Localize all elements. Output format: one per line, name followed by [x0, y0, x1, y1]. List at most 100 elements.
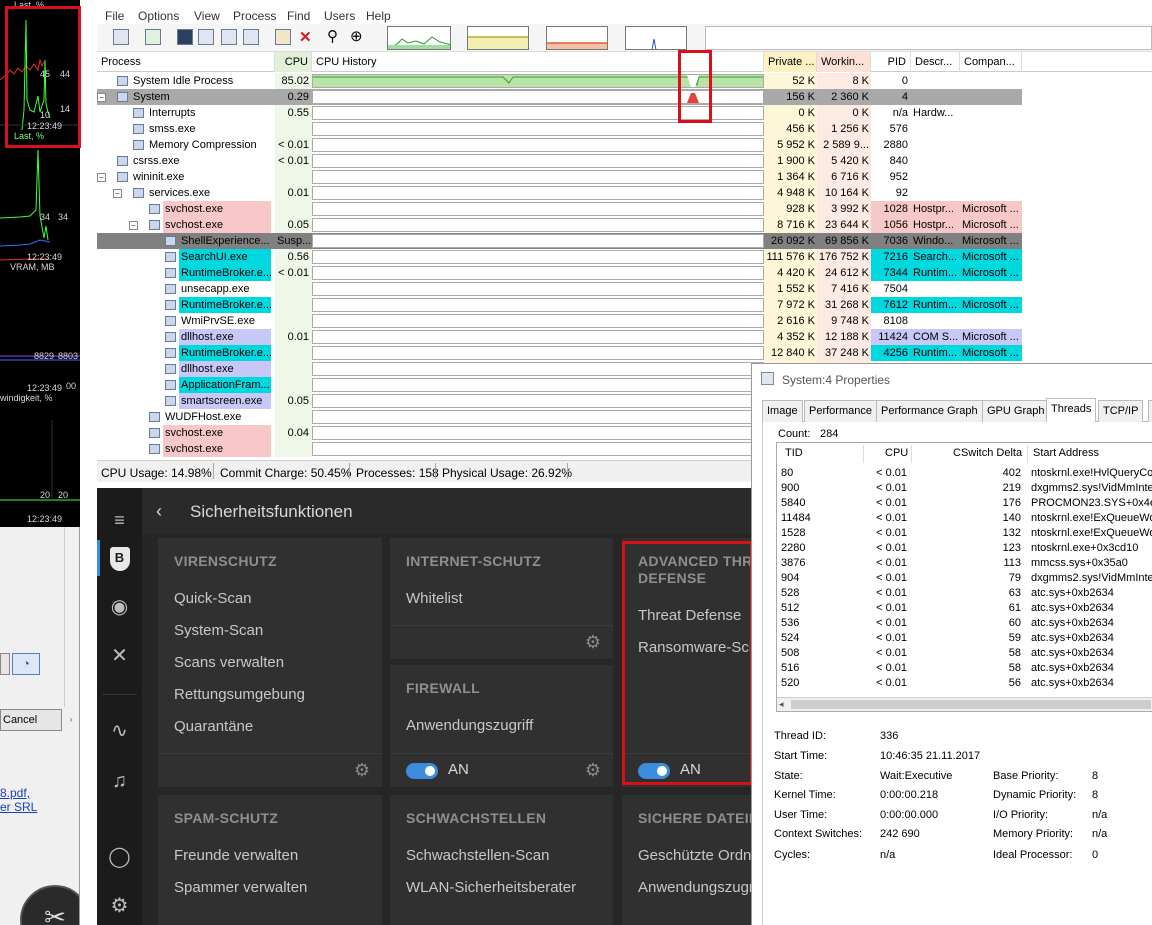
vulnerability-scan-link[interactable]: Schwachstellen-Scan: [406, 847, 549, 864]
column-header-cpu-history[interactable]: CPU History: [312, 52, 764, 72]
column-header-cpu[interactable]: CPU: [275, 52, 312, 72]
menu-process[interactable]: Process: [233, 9, 276, 23]
gpu-mini-graph[interactable]: [625, 26, 687, 50]
scroll-left-arrow[interactable]: ◂: [779, 699, 784, 710]
application-access-link[interactable]: Anwendungszugriff: [406, 717, 533, 734]
process-row[interactable]: − svchost.exe 0.05 8 716 K 23 644 K 1056 Hostp…: [97, 217, 1022, 233]
column-header-working-set[interactable]: Workin...: [817, 52, 871, 72]
tree-expander-icon[interactable]: −: [129, 221, 138, 230]
thread-row[interactable]: 1528 < 0.01 132 ntoskrnl.exe!ExQueueWo: [777, 527, 1152, 542]
ransomware-link[interactable]: Ransomware-Sch: [638, 639, 751, 656]
bell-icon[interactable]: ♫: [106, 768, 133, 795]
tools-icon[interactable]: ✕: [106, 643, 133, 670]
threat-defense-link[interactable]: Threat Defense: [638, 607, 741, 624]
thread-row[interactable]: 516 < 0.01 58 atc.sys+0xb2634: [777, 662, 1152, 677]
thread-row[interactable]: 80 < 0.01 402 ntoskrnl.exe!HvlQueryCon: [777, 467, 1152, 482]
thread-row[interactable]: 900 < 0.01 219 dxgmms2.sys!VidMmInterf: [777, 482, 1152, 497]
back-arrow-icon[interactable]: ‹: [156, 501, 162, 522]
menu-find[interactable]: Find: [287, 9, 310, 23]
process-row[interactable]: RuntimeBroker.e... 7 972 K 31 268 K 7612 Run…: [97, 297, 1022, 313]
gear-icon[interactable]: ⚙: [354, 760, 370, 781]
target-icon[interactable]: ⊕: [350, 27, 363, 45]
eye-icon[interactable]: ◉: [106, 594, 133, 621]
column-header-process[interactable]: Process: [97, 52, 275, 72]
manage-spammers-link[interactable]: Spammer verwalten: [174, 879, 307, 896]
settings-gear-icon[interactable]: ⚙: [106, 893, 133, 920]
thread-row[interactable]: 3876 < 0.01 113 mmcss.sys+0x35a0: [777, 557, 1152, 572]
process-row[interactable]: RuntimeBroker.e... 12 840 K 37 248 K 4256 Ru…: [97, 345, 1022, 361]
menu-file[interactable]: File: [105, 9, 124, 23]
thread-row[interactable]: 508 < 0.01 58 atc.sys+0xb2634: [777, 647, 1152, 662]
process-row[interactable]: WmiPrvSE.exe 2 616 K 9 748 K 8108: [97, 313, 1022, 329]
find-handle-icon[interactable]: ⚲: [327, 27, 338, 45]
activity-icon[interactable]: ∿: [106, 718, 133, 745]
whitelist-link[interactable]: Whitelist: [406, 590, 463, 607]
tab-security[interactable]: S: [1148, 400, 1152, 422]
commit-mini-graph[interactable]: [467, 26, 529, 50]
thread-row[interactable]: 524 < 0.01 59 atc.sys+0xb2634: [777, 632, 1152, 647]
tree-expander-icon[interactable]: −: [113, 189, 122, 198]
thread-row[interactable]: 5840 < 0.01 176 PROCMON23.SYS+0x4e: [777, 497, 1152, 512]
kill-process-icon[interactable]: ✕: [299, 28, 312, 46]
process-row[interactable]: − System 0.29 156 K 2 360 K 4: [97, 89, 1022, 105]
rescue-environment-link[interactable]: Rettungsumgebung: [174, 686, 305, 703]
document-link[interactable]: 8.pdf,: [0, 786, 30, 800]
process-row[interactable]: csrss.exe < 0.01 1 900 K 5 420 K 840: [97, 153, 1022, 169]
horizontal-scrollbar[interactable]: ◂: [777, 697, 1152, 711]
menu-options[interactable]: Options: [138, 9, 179, 23]
process-row[interactable]: smss.exe 456 K 1 256 K 576: [97, 121, 1022, 137]
column-header-pid[interactable]: PID: [871, 52, 911, 72]
process-row[interactable]: SearchUI.exe 0.56 111 576 K 176 752 K 7216 Se…: [97, 249, 1022, 265]
process-row[interactable]: − wininit.exe 1 364 K 6 716 K 952: [97, 169, 1022, 185]
atd-toggle[interactable]: [638, 763, 670, 779]
properties-icon[interactable]: [198, 29, 214, 45]
scroll-thumb[interactable]: [791, 700, 1151, 709]
thread-header-cswitch-delta[interactable]: CSwitch Delta: [953, 447, 1022, 465]
thread-row[interactable]: 512 < 0.01 61 atc.sys+0xb2634: [777, 602, 1152, 617]
process-row[interactable]: System Idle Process 85.02 52 K 8 K 0: [97, 73, 1022, 89]
refresh-icon[interactable]: [145, 29, 161, 45]
account-icon[interactable]: ◯: [106, 844, 133, 871]
tab-performance-graph[interactable]: Performance Graph: [876, 400, 983, 422]
thread-row[interactable]: 904 < 0.01 79 dxgmms2.sys!VidMmInterf: [777, 572, 1152, 587]
hamburger-menu-icon[interactable]: ≡: [106, 507, 133, 534]
thread-header-tid[interactable]: TID: [785, 447, 803, 465]
scrollbar[interactable]: [64, 527, 78, 707]
gear-icon[interactable]: ⚙: [585, 632, 601, 653]
cancel-button[interactable]: Cancel: [0, 709, 62, 731]
system-scan-link[interactable]: System-Scan: [174, 622, 263, 639]
shield-b-icon[interactable]: B: [106, 545, 133, 572]
icon-button[interactable]: [0, 653, 10, 675]
protected-folders-link[interactable]: Geschützte Ordne: [638, 847, 751, 864]
thread-row[interactable]: 11484 < 0.01 140 ntoskrnl.exe!ExQueueWo: [777, 512, 1152, 527]
menu-users[interactable]: Users: [324, 9, 355, 23]
menu-view[interactable]: View: [194, 9, 220, 23]
process-row[interactable]: svchost.exe 928 K 3 992 K 1028 Hostpr... Micr…: [97, 201, 1022, 217]
company-link[interactable]: er SRL: [0, 800, 37, 814]
process-row[interactable]: Interrupts 0.55 0 K 0 K n/a Hardw...: [97, 105, 1022, 121]
process-row[interactable]: RuntimeBroker.e... < 0.01 4 420 K 24 612 K 7…: [97, 265, 1022, 281]
quarantine-link[interactable]: Quarantäne: [174, 718, 253, 735]
tab-image[interactable]: Image: [762, 400, 803, 422]
wifi-advisor-link[interactable]: WLAN-Sicherheitsberater: [406, 879, 576, 896]
application-access-link[interactable]: Anwendungszugr: [638, 879, 751, 896]
options-icon[interactable]: [275, 29, 291, 45]
process-row[interactable]: ShellExperience... Susp... 26 092 K 69 856 …: [97, 233, 1022, 249]
tree-expander-icon[interactable]: −: [97, 93, 106, 102]
firewall-toggle[interactable]: [406, 763, 438, 779]
process-row[interactable]: − services.exe 0.01 4 948 K 10 164 K 92: [97, 185, 1022, 201]
dropdown-arrow[interactable]: ›: [64, 712, 78, 728]
thread-header-start-address[interactable]: Start Address: [1033, 447, 1099, 465]
window-icon[interactable]: [221, 29, 237, 45]
thread-row[interactable]: 536 < 0.01 60 atc.sys+0xb2634: [777, 617, 1152, 632]
manage-friends-link[interactable]: Freunde verwalten: [174, 847, 298, 864]
gear-icon[interactable]: ⚙: [585, 760, 601, 781]
thread-row[interactable]: 2280 < 0.01 123 ntoskrnl.exe+0x3cd10: [777, 542, 1152, 557]
menu-help[interactable]: Help: [366, 9, 391, 23]
tab-gpu-graph[interactable]: GPU Graph: [982, 400, 1050, 422]
tree-expander-icon[interactable]: −: [97, 173, 106, 182]
clock-icon[interactable]: ◔: [12, 653, 40, 675]
manage-scans-link[interactable]: Scans verwalten: [174, 654, 284, 671]
column-header-private-bytes[interactable]: Private ...: [764, 52, 817, 72]
app-logo-icon[interactable]: ✂: [20, 885, 79, 925]
